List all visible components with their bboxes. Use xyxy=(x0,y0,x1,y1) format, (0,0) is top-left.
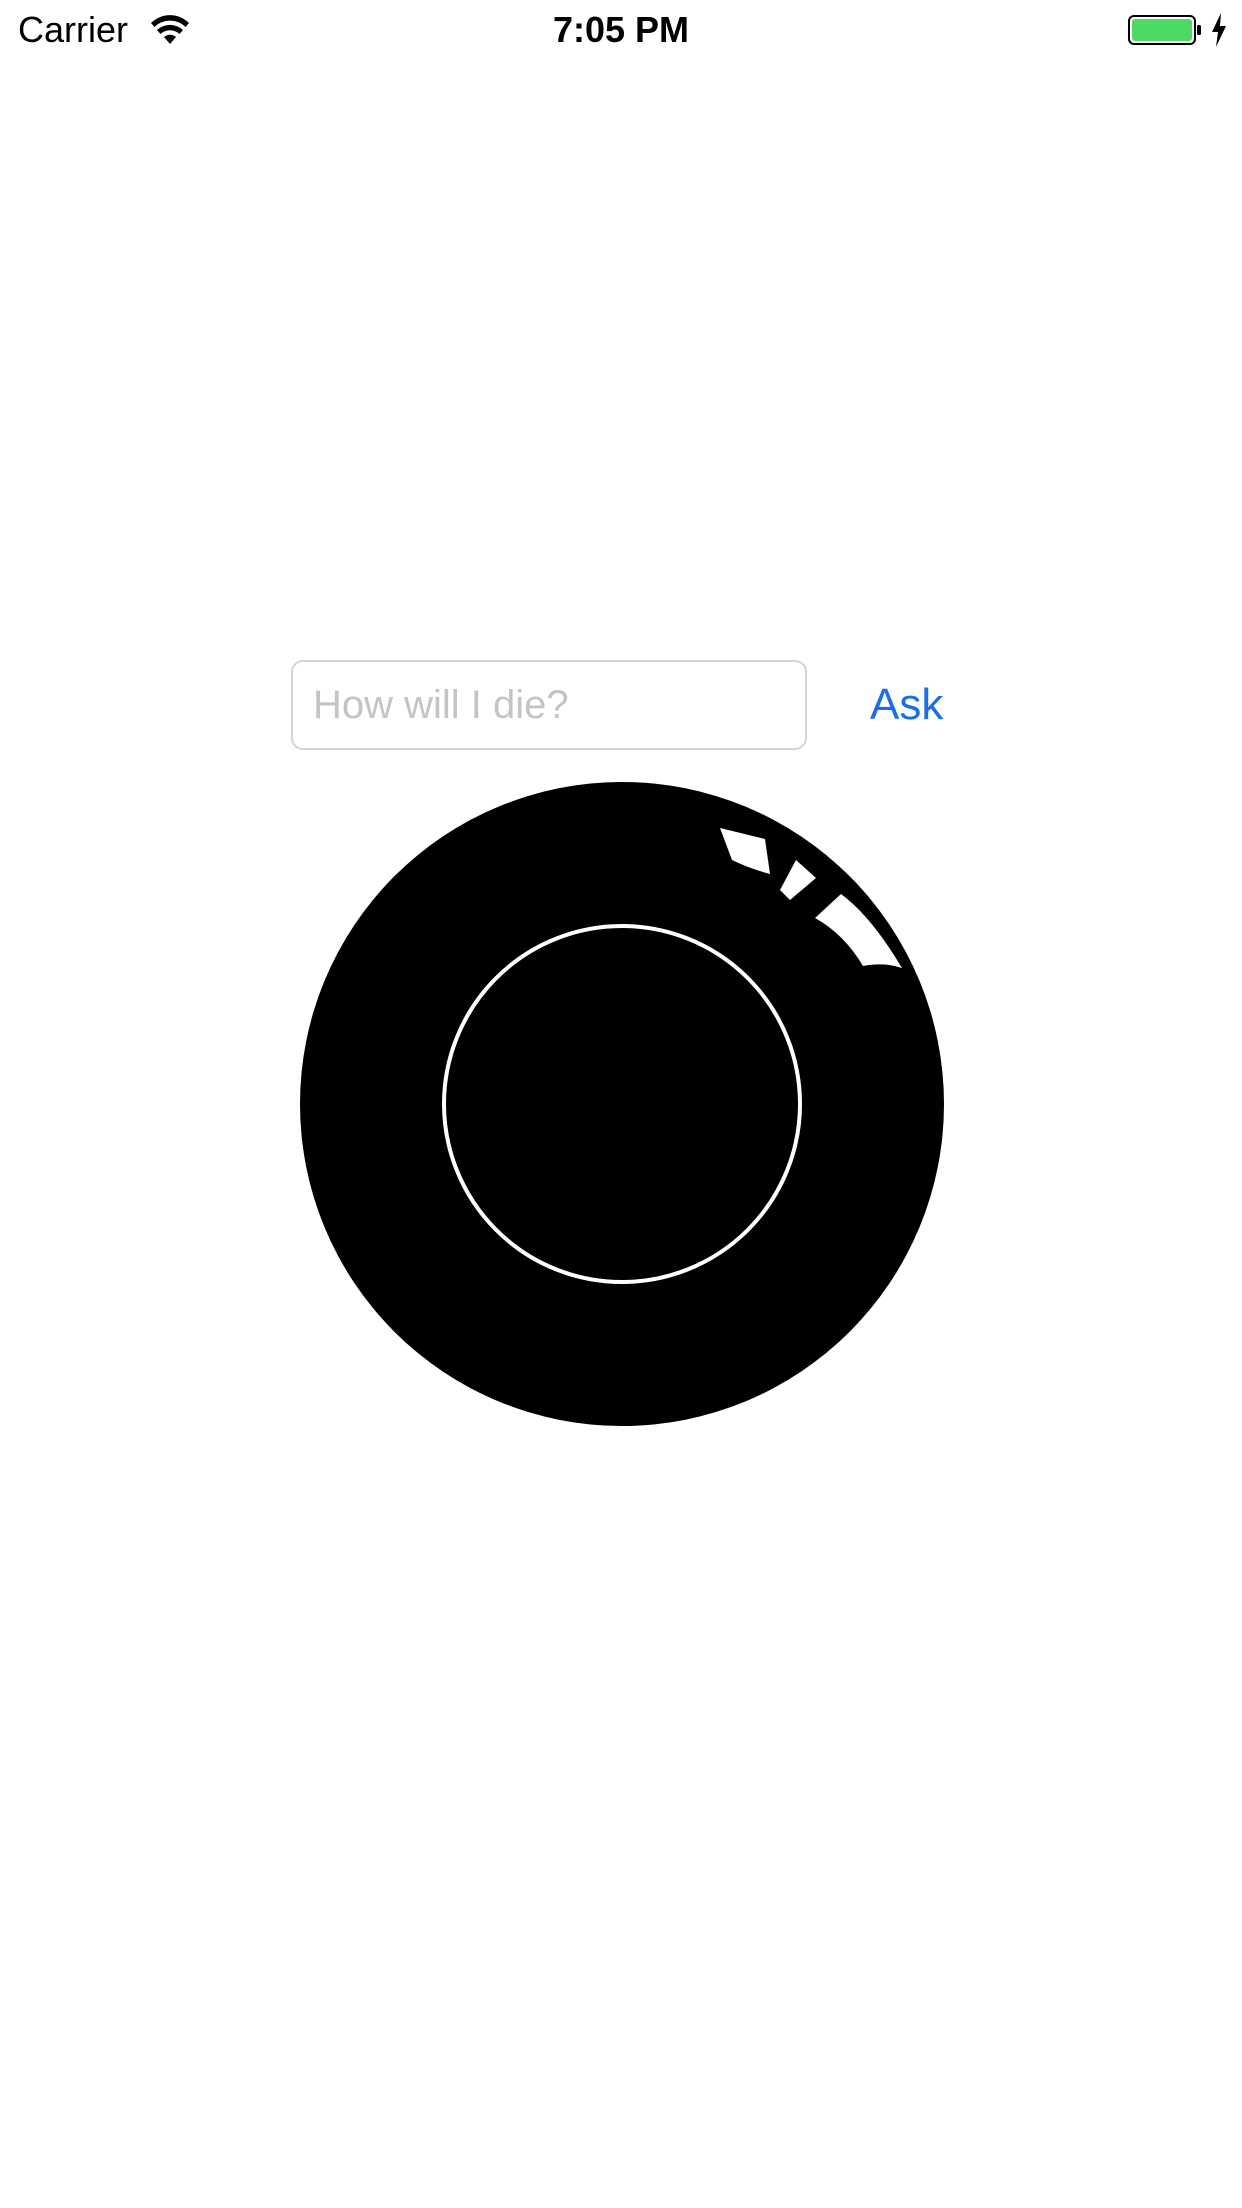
battery-icon xyxy=(1128,15,1201,45)
status-bar: Carrier 7:05 PM xyxy=(0,0,1242,60)
ask-button[interactable]: Ask xyxy=(860,670,953,740)
bolt-icon xyxy=(1212,13,1226,47)
question-input[interactable] xyxy=(291,660,807,750)
answer-window xyxy=(442,924,802,1284)
status-time: 7:05 PM xyxy=(552,9,690,50)
magic-8-ball-icon[interactable] xyxy=(300,782,944,1426)
